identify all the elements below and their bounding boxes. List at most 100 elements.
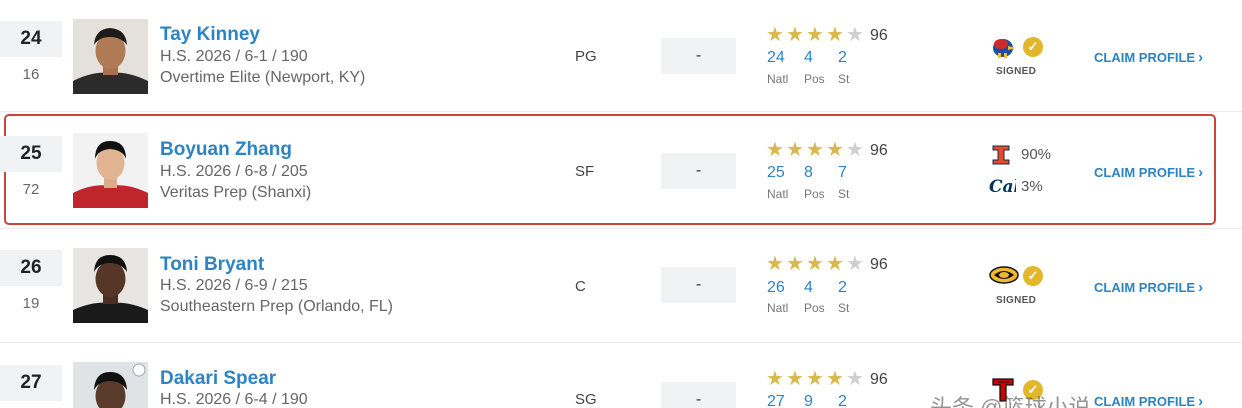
star-icon: ★	[766, 368, 784, 390]
star-icon: ★	[826, 24, 844, 46]
composite-box: -	[661, 382, 736, 408]
state-rank[interactable]: 2	[838, 279, 847, 297]
rank-badge: 24	[0, 21, 62, 57]
pos-rank[interactable]: 8	[804, 164, 813, 182]
prediction-percent: 3%	[1021, 178, 1043, 195]
chevron-right-icon: ›	[1198, 279, 1204, 296]
star-icon: ★	[786, 139, 804, 161]
cal-icon[interactable]: Cal	[988, 176, 1021, 201]
row-divider	[0, 228, 1242, 229]
chevron-right-icon: ›	[1198, 393, 1204, 408]
star-empty-icon: ★	[846, 24, 864, 46]
star-rating: ★ ★ ★ ★ ★	[766, 140, 866, 160]
watermark: 头条 @篮球小说	[930, 395, 1091, 408]
star-icon: ★	[806, 139, 824, 161]
claim-profile-link[interactable]: CLAIM PROFILE ›	[1094, 393, 1203, 408]
star-icon: ★	[826, 368, 844, 390]
star-empty-icon: ★	[846, 253, 864, 275]
player-photo[interactable]	[73, 19, 148, 94]
star-icon: ★	[806, 24, 824, 46]
natl-rank[interactable]: 26	[767, 279, 785, 297]
star-icon: ★	[806, 368, 824, 390]
row-divider	[0, 342, 1242, 343]
player-school: Veritas Prep (Shanxi)	[160, 184, 312, 201]
star-icon: ★	[766, 253, 784, 275]
illinois-icon[interactable]	[992, 145, 1010, 170]
pos-label: Pos	[804, 72, 825, 86]
natl-label: Natl	[767, 72, 789, 86]
signed-status: SIGNED	[996, 66, 1037, 77]
previous-rank: 16	[22, 66, 40, 83]
star-rating: ★ ★ ★ ★ ★	[766, 254, 866, 274]
star-icon: ★	[826, 139, 844, 161]
star-rating: ★ ★ ★ ★ ★	[766, 25, 866, 45]
rank-badge: 27	[0, 365, 62, 401]
chevron-right-icon: ›	[1198, 164, 1204, 181]
player-position: C	[575, 278, 586, 295]
natl-rank[interactable]: 25	[767, 164, 785, 182]
composite-box: -	[661, 267, 736, 303]
player-photo[interactable]	[73, 248, 148, 323]
pos-label: Pos	[804, 301, 825, 315]
st-label: St	[838, 72, 850, 86]
row-divider	[0, 111, 1242, 112]
natl-rank[interactable]: 24	[767, 49, 785, 67]
pos-rank[interactable]: 4	[804, 49, 813, 67]
rating-score: 96	[870, 27, 888, 44]
player-name[interactable]: Tay Kinney	[160, 24, 260, 46]
composite-box: -	[661, 153, 736, 189]
signed-status: SIGNED	[996, 295, 1037, 306]
natl-label: Natl	[767, 301, 789, 315]
star-icon: ★	[766, 139, 784, 161]
verified-check-icon: ✓	[1023, 266, 1043, 286]
natl-rank[interactable]: 27	[767, 393, 785, 408]
player-photo[interactable]	[73, 362, 148, 408]
player-details: H.S. 2026 / 6-9 / 215	[160, 277, 308, 294]
rank-badge: 26	[0, 250, 62, 286]
player-photo[interactable]	[73, 133, 148, 208]
star-icon: ★	[826, 253, 844, 275]
rank-badge: 25	[0, 136, 62, 172]
star-empty-icon: ★	[846, 139, 864, 161]
rating-score: 96	[870, 142, 888, 159]
rating-score: 96	[870, 256, 888, 273]
verified-check-icon: ✓	[1023, 37, 1043, 57]
player-name[interactable]: Boyuan Zhang	[160, 139, 292, 161]
pos-rank[interactable]: 4	[804, 279, 813, 297]
pos-rank[interactable]: 9	[804, 393, 813, 408]
chevron-right-icon: ›	[1198, 49, 1204, 66]
star-icon: ★	[766, 24, 784, 46]
pos-label: Pos	[804, 187, 825, 201]
player-position: SF	[575, 163, 595, 180]
star-empty-icon: ★	[846, 368, 864, 390]
natl-label: Natl	[767, 187, 789, 201]
player-details: H.S. 2026 / 6-4 / 190	[160, 391, 308, 408]
rating-score: 96	[870, 371, 888, 388]
player-school: Southeastern Prep (Orlando, FL)	[160, 298, 394, 315]
player-name[interactable]: Dakari Spear	[160, 368, 276, 390]
composite-box: -	[661, 38, 736, 74]
previous-rank: 72	[22, 181, 40, 198]
player-details: H.S. 2026 / 6-8 / 205	[160, 163, 308, 180]
star-icon: ★	[806, 253, 824, 275]
state-rank[interactable]: 2	[838, 49, 847, 67]
st-label: St	[838, 301, 850, 315]
player-school: Overtime Elite (Newport, KY)	[160, 69, 366, 86]
claim-profile-link[interactable]: CLAIM PROFILE ›	[1094, 279, 1203, 296]
previous-rank: 19	[22, 295, 40, 312]
star-icon: ★	[786, 253, 804, 275]
player-position: SG	[575, 391, 597, 408]
state-rank[interactable]: 2	[838, 393, 847, 408]
claim-profile-link[interactable]: CLAIM PROFILE ›	[1094, 164, 1203, 181]
star-icon: ★	[786, 368, 804, 390]
prediction-percent: 90%	[1021, 146, 1052, 163]
st-label: St	[838, 187, 850, 201]
claim-profile-link[interactable]: CLAIM PROFILE ›	[1094, 49, 1203, 66]
player-position: PG	[575, 48, 597, 65]
star-rating: ★ ★ ★ ★ ★	[766, 369, 866, 389]
player-name[interactable]: Toni Bryant	[160, 254, 264, 276]
state-rank[interactable]: 7	[838, 164, 847, 182]
player-details: H.S. 2026 / 6-1 / 190	[160, 48, 308, 65]
kansas-jayhawk-icon[interactable]	[990, 34, 1016, 63]
missouri-tiger-icon[interactable]	[989, 265, 1019, 290]
